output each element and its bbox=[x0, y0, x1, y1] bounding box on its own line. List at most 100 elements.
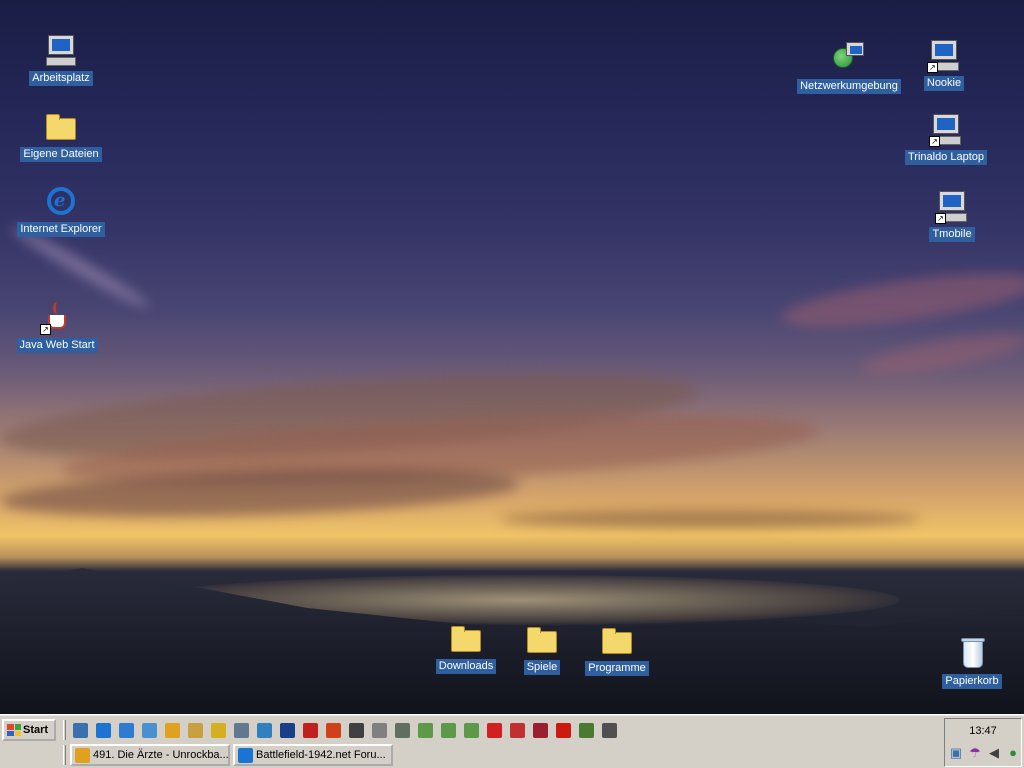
quick-launch-item[interactable] bbox=[277, 720, 298, 741]
key-icon bbox=[211, 723, 226, 738]
desktop-icon-tmobile[interactable]: ↗ Tmobile bbox=[897, 190, 1007, 242]
desktop-icon-label: Eigene Dateien bbox=[20, 147, 102, 162]
quick-launch-item[interactable] bbox=[438, 720, 459, 741]
desktop-icon-arbeitsplatz[interactable]: Arbeitsplatz bbox=[6, 34, 116, 86]
safe-icon bbox=[602, 723, 617, 738]
folder-icon bbox=[449, 622, 483, 656]
taskbar-button-label: 491. Die Ärzte - Unrockba... bbox=[93, 749, 229, 761]
desktop-icon bbox=[73, 723, 88, 738]
start-label: Start bbox=[23, 724, 49, 736]
desktop-icon-programme[interactable]: Programme bbox=[562, 624, 672, 676]
start-button[interactable]: Start bbox=[2, 719, 56, 741]
quick-launch-item[interactable] bbox=[323, 720, 344, 741]
desktop-icon-internet-explorer[interactable]: e Internet Explorer bbox=[6, 185, 116, 237]
desktop-icon-papierkorb[interactable]: Papierkorb bbox=[917, 637, 1024, 689]
internet-explorer-icon: e bbox=[44, 185, 78, 219]
recycle-bin-icon bbox=[955, 637, 989, 671]
winamp-icon bbox=[75, 747, 90, 763]
headphones-icon bbox=[349, 723, 364, 738]
desktop-icon-eigene-dateien[interactable]: Eigene Dateien bbox=[6, 110, 116, 162]
desktop-icon-label: Tmobile bbox=[929, 227, 975, 242]
quick-launch-item[interactable] bbox=[369, 720, 390, 741]
desktop-icon-label: Trinaldo Laptop bbox=[904, 150, 988, 165]
quick-launch-item[interactable] bbox=[162, 720, 183, 741]
folder-icon bbox=[525, 623, 559, 657]
quick-launch-item[interactable] bbox=[415, 720, 436, 741]
plane-icon bbox=[510, 723, 525, 738]
internet-explorer-icon bbox=[238, 747, 253, 763]
quick-launch-item[interactable] bbox=[185, 720, 206, 741]
cloud bbox=[778, 262, 1024, 338]
cloud bbox=[500, 510, 920, 528]
desktop-icon-label: Arbeitsplatz bbox=[29, 71, 93, 86]
quick-launch-item[interactable] bbox=[507, 720, 528, 741]
taskbar-button[interactable]: Battlefield-1942.net Foru... bbox=[233, 744, 393, 766]
task-buttons: 491. Die Ärzte - Unrockba... Battlefield-… bbox=[70, 744, 393, 768]
quick-launch-item[interactable] bbox=[93, 720, 114, 741]
quick-launch-item[interactable] bbox=[300, 720, 321, 741]
cash-icon bbox=[441, 723, 456, 738]
network-icon bbox=[119, 723, 134, 738]
pencil-icon bbox=[165, 723, 180, 738]
speaker-icon[interactable]: ◀ bbox=[986, 745, 1002, 761]
cloud bbox=[858, 325, 1024, 383]
taskbar-button-label: Battlefield-1942.net Foru... bbox=[256, 749, 386, 761]
network-computer-icon: ↗ bbox=[929, 113, 963, 147]
archive-icon bbox=[188, 723, 203, 738]
quick-launch-item[interactable] bbox=[139, 720, 160, 741]
cash-icon bbox=[464, 723, 479, 738]
emblem-icon bbox=[533, 723, 548, 738]
my-documents-icon bbox=[44, 110, 78, 144]
quick-launch-item[interactable] bbox=[208, 720, 229, 741]
messenger-icon[interactable]: ● bbox=[1005, 745, 1021, 761]
desktop-icon-label: Netzwerkumgebung bbox=[797, 79, 901, 94]
network-neighborhood-icon bbox=[832, 42, 866, 76]
desktop-icon-label: Nookie bbox=[923, 76, 965, 91]
desktop-icon-label: Internet Explorer bbox=[17, 222, 105, 237]
acrobat-icon bbox=[487, 723, 502, 738]
quick-launch-item[interactable] bbox=[461, 720, 482, 741]
tray-icons: ▣ ☂ ◀ ● bbox=[948, 745, 1021, 761]
desktop-icon-trinaldo-laptop[interactable]: ↗ Trinaldo Laptop bbox=[891, 113, 1001, 165]
cash-icon bbox=[418, 723, 433, 738]
network-computer-icon: ↗ bbox=[927, 39, 961, 73]
quick-launch-item[interactable] bbox=[484, 720, 505, 741]
desktop-icon-nookie[interactable]: ↗ Nookie bbox=[889, 39, 999, 91]
quick-launch-item[interactable] bbox=[346, 720, 367, 741]
quick-launch-item[interactable] bbox=[70, 720, 91, 741]
system-tray: 13:47 ▣ ☂ ◀ ● bbox=[944, 718, 1022, 767]
gear-icon bbox=[372, 723, 387, 738]
toolbar-grip[interactable] bbox=[63, 720, 66, 740]
desktop-icon-netzwerkumgebung[interactable]: Netzwerkumgebung bbox=[794, 42, 904, 94]
hammer-sickle-icon bbox=[556, 723, 571, 738]
network-computer-icon: ↗ bbox=[935, 190, 969, 224]
taskbar-grip[interactable] bbox=[63, 745, 66, 765]
flag-icon bbox=[280, 723, 295, 738]
game-icon bbox=[395, 723, 410, 738]
quick-launch-item[interactable] bbox=[530, 720, 551, 741]
desktop-icon-label: Papierkorb bbox=[942, 674, 1002, 689]
windows-logo-icon bbox=[7, 724, 21, 736]
desktop-icon-java-web-start[interactable]: ↗ Java Web Start bbox=[2, 301, 112, 353]
dialer-icon bbox=[142, 723, 157, 738]
alien-icon bbox=[579, 723, 594, 738]
monitor-icon bbox=[234, 723, 249, 738]
quick-launch-item[interactable] bbox=[254, 720, 275, 741]
quick-launch-item[interactable] bbox=[231, 720, 252, 741]
quick-launch-item[interactable] bbox=[599, 720, 620, 741]
network-icon[interactable]: ▣ bbox=[948, 745, 964, 761]
desktop: Arbeitsplatz Eigene Dateien e Internet E… bbox=[0, 0, 1024, 714]
computer-icon bbox=[44, 34, 78, 68]
ftp-icon bbox=[257, 723, 272, 738]
quick-launch-item[interactable] bbox=[392, 720, 413, 741]
desktop-icon-label: Java Web Start bbox=[16, 338, 98, 353]
internet-explorer-icon bbox=[96, 723, 111, 738]
taskbar-button[interactable]: 491. Die Ärzte - Unrockba... bbox=[70, 744, 230, 766]
quick-launch-item[interactable] bbox=[553, 720, 574, 741]
quick-launch-item[interactable] bbox=[116, 720, 137, 741]
umbrella-icon[interactable]: ☂ bbox=[967, 745, 983, 761]
clock[interactable]: 13:47 bbox=[945, 725, 1021, 737]
taskbar: Start 491. Die Ärzte - Unrockba... Battle… bbox=[0, 714, 1024, 768]
quick-launch-item[interactable] bbox=[576, 720, 597, 741]
folder-icon bbox=[600, 624, 634, 658]
